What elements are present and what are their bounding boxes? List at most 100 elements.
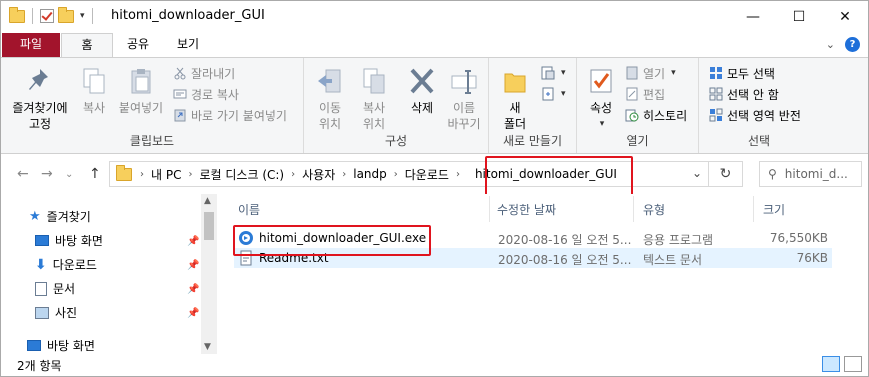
open-label: 열기 xyxy=(643,66,666,81)
copy-path-button[interactable]: 경로 복사 xyxy=(173,85,239,103)
sidebar-item-documents[interactable]: 문서 xyxy=(35,280,75,297)
open-button[interactable]: 열기 ▾ xyxy=(625,64,676,82)
scroll-thumb[interactable] xyxy=(204,212,214,240)
cut-button[interactable]: 잘라내기 xyxy=(173,64,235,82)
new-folder-icon[interactable] xyxy=(58,6,74,23)
new-group-label: 새로 만들기 xyxy=(502,134,562,148)
details-view-icon[interactable] xyxy=(822,356,840,372)
search-input[interactable]: ⚲ hitomi_d... xyxy=(759,161,862,187)
new-item-button[interactable]: ▾ xyxy=(541,64,566,82)
refresh-icon[interactable]: ↻ xyxy=(708,162,742,186)
history-button[interactable]: 히스토리 xyxy=(625,106,687,124)
delete-label: 삭제 xyxy=(410,101,434,115)
up-arrow-icon[interactable]: ↑ xyxy=(89,166,101,182)
column-header-modified[interactable]: 수정한 날짜 xyxy=(497,201,556,218)
address-bar[interactable]: › 내 PC › 로컬 디스크 (C:) › 사용자 › landp › 다운로… xyxy=(109,161,743,187)
folder-icon xyxy=(116,164,132,181)
delete-button[interactable]: 삭제 xyxy=(402,62,442,116)
select-none-button[interactable]: 선택 안 함 xyxy=(709,85,779,103)
move-to-button[interactable]: 이동 위치 xyxy=(310,62,350,132)
new-group: 새 폴더 ▾ ▾ 새로 만들기 xyxy=(489,58,577,153)
tab-view[interactable]: 보기 xyxy=(163,33,213,57)
easy-access-button[interactable]: ▾ xyxy=(541,85,566,103)
address-history-chevron-icon[interactable]: ⌄ xyxy=(692,166,702,180)
tab-file[interactable]: 파일 xyxy=(2,33,60,57)
chevron-down-icon[interactable]: ⌄ xyxy=(826,38,835,51)
select-all-button[interactable]: 모두 선택 xyxy=(709,64,775,82)
sidebar-item-label: 즐겨찾기 xyxy=(46,210,91,224)
cut-label: 잘라내기 xyxy=(191,66,236,81)
divider[interactable] xyxy=(753,196,754,222)
tab-home[interactable]: 홈 xyxy=(61,33,113,57)
rename-label: 이름 바꾸기 xyxy=(447,101,481,131)
properties-icon[interactable] xyxy=(40,9,54,23)
column-header-size[interactable]: 크기 xyxy=(763,201,785,218)
breadcrumb-separator-icon[interactable]: › xyxy=(340,169,348,180)
breadcrumb-users[interactable]: 사용자 xyxy=(297,166,340,183)
recent-locations-icon[interactable]: ⌄ xyxy=(65,169,73,180)
sidebar-item-quick-access[interactable]: ★ 즐겨찾기 xyxy=(29,208,91,225)
divider[interactable] xyxy=(489,196,490,222)
column-header-type[interactable]: 유형 xyxy=(643,201,665,218)
chevron-down-icon: ▾ xyxy=(561,89,566,99)
breadcrumb-separator-icon[interactable]: › xyxy=(289,169,297,180)
rename-button[interactable]: 이름 바꾸기 xyxy=(444,62,484,132)
invert-selection-button[interactable]: 선택 영역 반전 xyxy=(709,106,801,124)
history-icon xyxy=(625,108,639,122)
pin-quick-access-button[interactable]: 즐겨찾기에 고정 xyxy=(5,62,75,132)
breadcrumb-separator-icon[interactable]: › xyxy=(392,169,400,180)
sidebar-item-downloads[interactable]: ⬇ 다운로드 xyxy=(35,256,97,273)
minimize-button[interactable]: — xyxy=(730,1,776,33)
copy-to-icon xyxy=(360,66,388,96)
open-icon xyxy=(625,66,639,80)
clipboard-group-label: 클립보드 xyxy=(129,134,175,148)
breadcrumb-user[interactable]: landp xyxy=(348,167,392,181)
divider[interactable] xyxy=(633,196,634,222)
breadcrumb-separator-icon[interactable]: › xyxy=(138,169,146,180)
open-group: 속성 ▾ 열기 ▾ 편집 히스토리 열기 xyxy=(577,58,699,153)
edit-label: 편집 xyxy=(643,87,666,102)
item-count: 2개 항목 xyxy=(17,359,62,373)
properties-button[interactable]: 속성 ▾ xyxy=(581,62,621,132)
tab-share[interactable]: 공유 xyxy=(113,33,163,57)
select-none-icon xyxy=(709,87,723,101)
column-header-name[interactable]: 이름 xyxy=(238,201,260,218)
file-size: 76KB xyxy=(796,251,828,265)
breadcrumb-separator-icon[interactable]: › xyxy=(454,169,462,180)
maximize-button[interactable]: ☐ xyxy=(776,1,822,33)
pin-icon xyxy=(26,66,54,96)
large-icons-view-icon[interactable] xyxy=(844,356,862,372)
close-button[interactable]: ✕ xyxy=(822,1,868,33)
copy-to-label: 복사 위치 xyxy=(362,101,386,131)
customize-toolbar-icon[interactable]: ▾ xyxy=(80,11,85,21)
copy-button[interactable]: 복사 xyxy=(77,62,111,116)
scissors-icon xyxy=(173,66,187,80)
folder-icon[interactable] xyxy=(9,6,25,23)
sidebar-item-desktop[interactable]: 바탕 화면 xyxy=(35,232,103,249)
new-folder-button[interactable]: 새 폴더 xyxy=(495,62,535,132)
move-to-label: 이동 위치 xyxy=(318,101,342,131)
paste-button[interactable]: 붙여넣기 xyxy=(115,62,167,116)
forward-arrow-icon[interactable]: → xyxy=(41,166,53,182)
breadcrumb-separator-icon[interactable]: › xyxy=(186,169,194,180)
file-modified: 2020-08-16 일 오전 5... xyxy=(498,253,632,267)
desktop-icon xyxy=(35,235,49,246)
sidebar-item-pictures[interactable]: 사진 xyxy=(35,304,77,321)
help-icon[interactable]: ? xyxy=(845,37,860,52)
scroll-up-icon[interactable]: ▲ xyxy=(204,196,211,206)
properties-label: 속성 xyxy=(589,101,613,115)
breadcrumb-this-pc[interactable]: 내 PC xyxy=(146,166,186,183)
sidebar-item-label: 바탕 화면 xyxy=(47,339,95,353)
copy-to-button[interactable]: 복사 위치 xyxy=(354,62,394,132)
sidebar-scrollbar[interactable]: ▲ ▼ xyxy=(201,194,217,354)
back-arrow-icon[interactable]: ← xyxy=(17,166,29,182)
invert-selection-label: 선택 영역 반전 xyxy=(727,108,801,123)
breadcrumb-local-disk[interactable]: 로컬 디스크 (C:) xyxy=(194,166,289,183)
sidebar-item-label: 사진 xyxy=(55,306,78,320)
paste-shortcut-button[interactable]: 바로 가기 붙여넣기 xyxy=(173,106,287,124)
breadcrumb-downloads[interactable]: 다운로드 xyxy=(400,166,454,183)
edit-button[interactable]: 편집 xyxy=(625,85,665,103)
select-group-label: 선택 xyxy=(747,134,771,148)
scroll-down-icon[interactable]: ▼ xyxy=(204,342,211,352)
sidebar-item-desktop-root[interactable]: 바탕 화면 xyxy=(27,337,95,354)
